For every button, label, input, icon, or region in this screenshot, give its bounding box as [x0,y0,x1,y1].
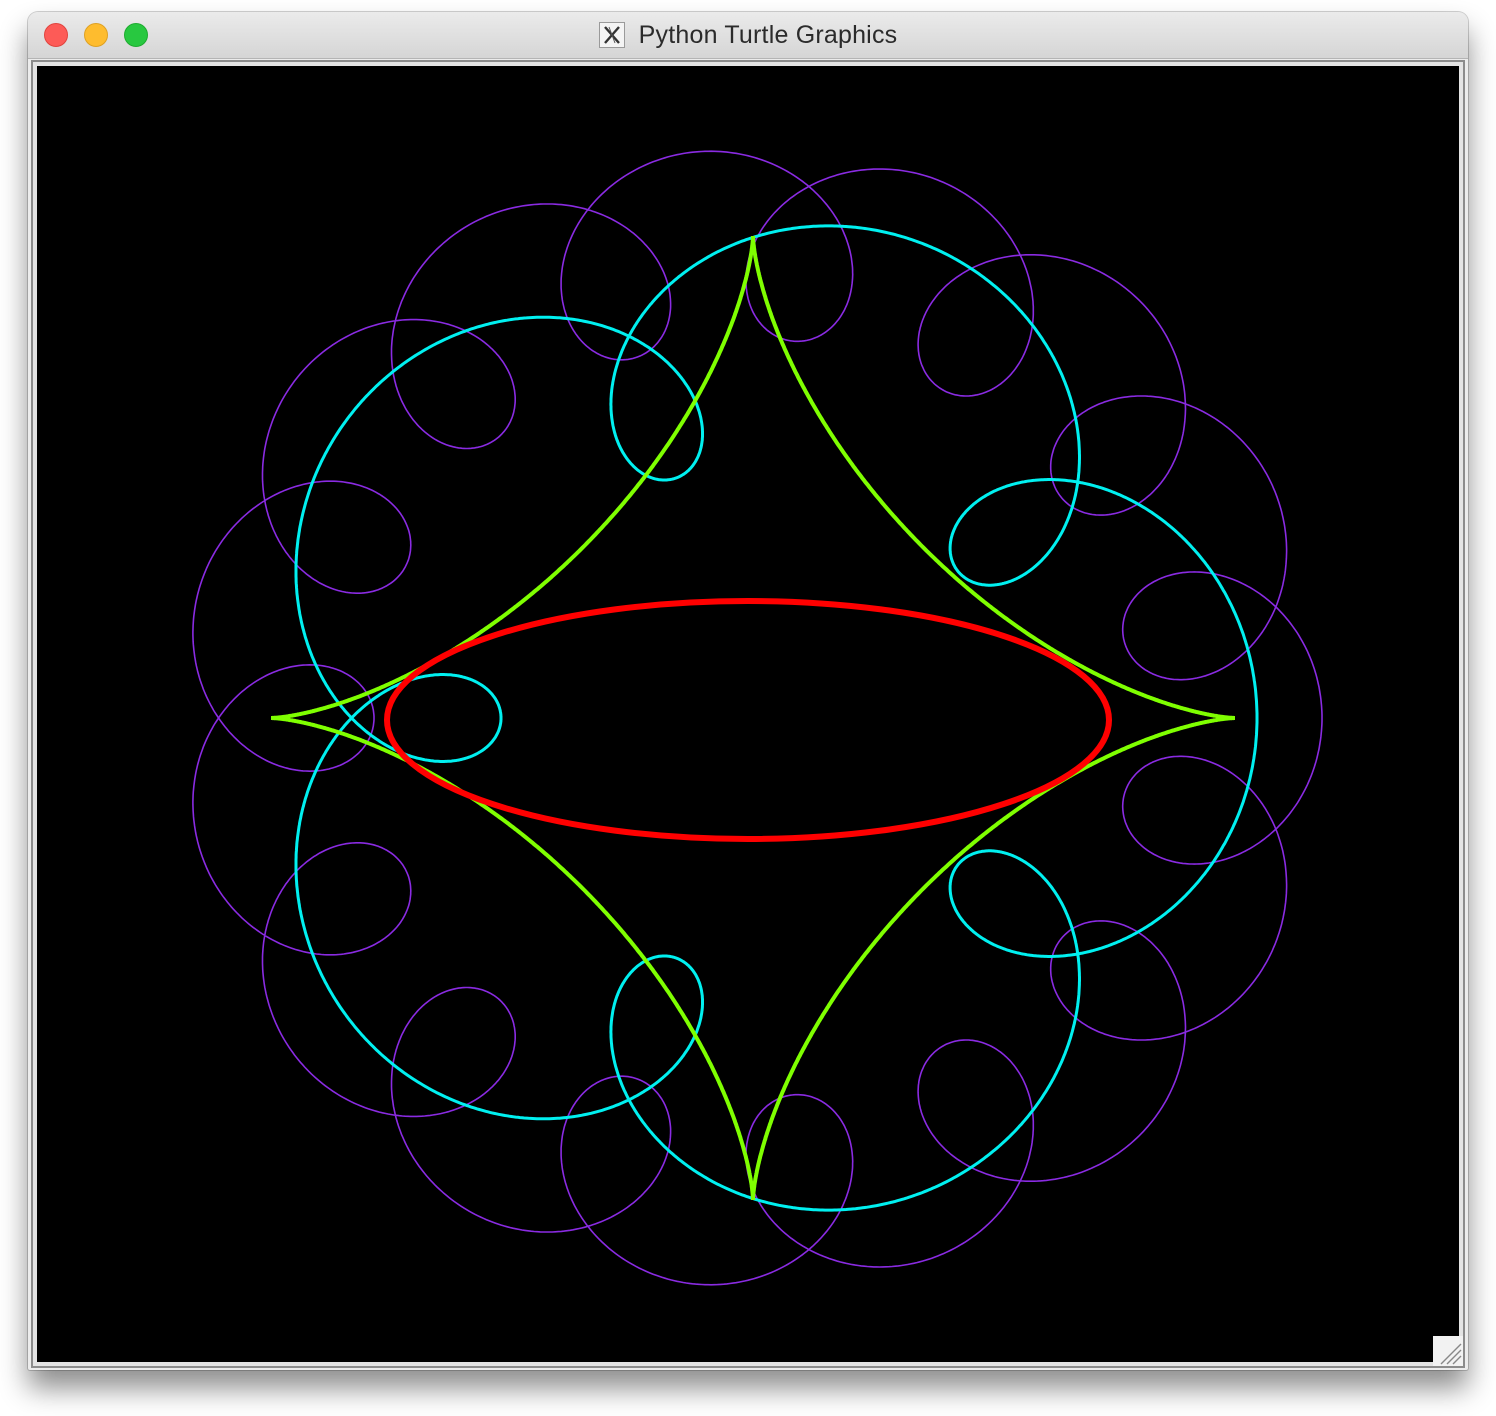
violet-loop-curve [192,150,1323,1286]
title-group: Python Turtle Graphics [28,12,1468,58]
green-star-curve [271,236,1235,1200]
turtle-window: Python Turtle Graphics [28,12,1468,1370]
drawing-svg [192,150,1323,1286]
window-title: Python Turtle Graphics [638,20,898,49]
x11-icon [598,22,625,48]
red-ellipse-curve [384,598,1112,842]
title-bar[interactable]: Python Turtle Graphics [28,12,1468,59]
canvas-frame [31,60,1465,1368]
turtle-canvas[interactable] [37,66,1459,1362]
resize-grip[interactable] [1433,1336,1463,1366]
cyan-loop-curve [294,224,1259,1212]
